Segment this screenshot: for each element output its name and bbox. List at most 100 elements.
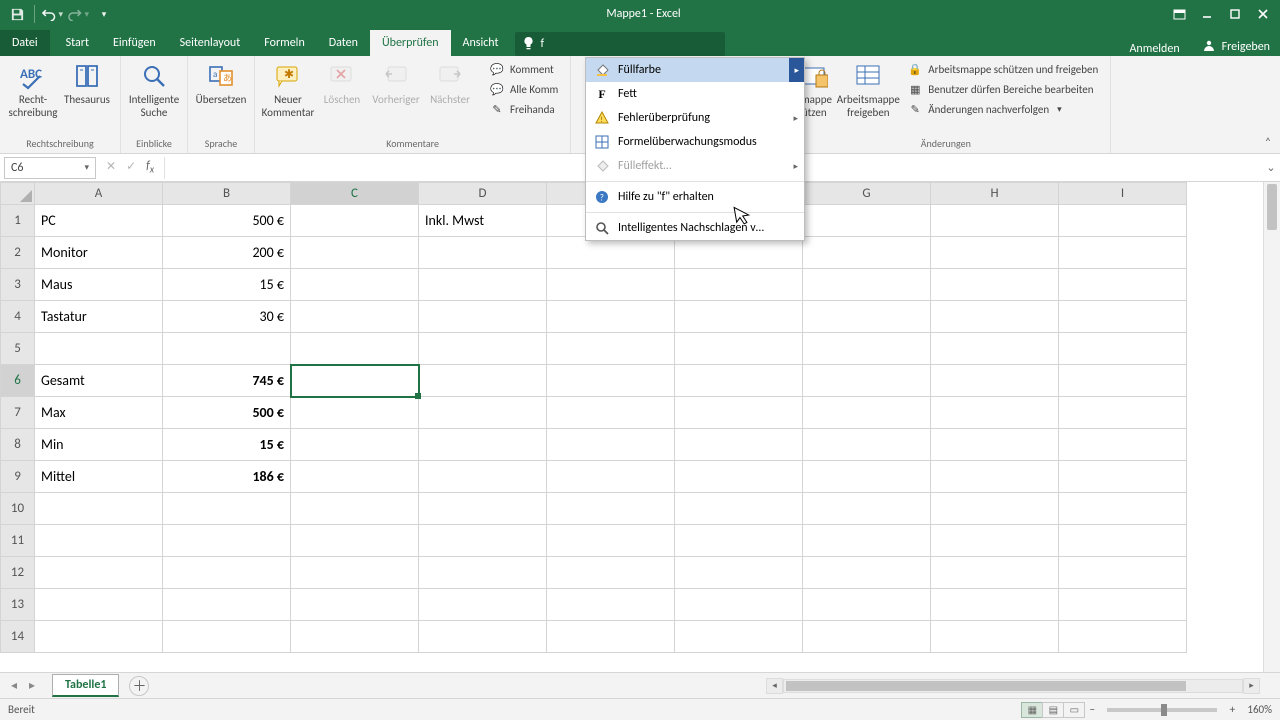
qat-customize-icon[interactable]: ▾ bbox=[93, 3, 115, 25]
cell[interactable] bbox=[931, 589, 1059, 621]
col-header[interactable]: D bbox=[419, 183, 547, 205]
cell[interactable]: Monitor bbox=[35, 237, 163, 269]
cell[interactable] bbox=[675, 333, 803, 365]
cell[interactable] bbox=[803, 205, 931, 237]
show-hide-comment-button[interactable]: 💬Komment bbox=[485, 60, 558, 78]
row-header[interactable]: 3 bbox=[1, 269, 35, 301]
cell[interactable] bbox=[675, 269, 803, 301]
new-sheet-button[interactable]: ＋ bbox=[129, 676, 149, 696]
cell[interactable]: Gesamt bbox=[35, 365, 163, 397]
row-header[interactable]: 14 bbox=[1, 621, 35, 653]
tab-ueberpruefen[interactable]: Überprüfen bbox=[370, 30, 451, 56]
cell[interactable] bbox=[419, 301, 547, 333]
cell[interactable]: Mittel bbox=[35, 461, 163, 493]
cell[interactable] bbox=[291, 301, 419, 333]
cell[interactable] bbox=[675, 589, 803, 621]
delete-comment-button[interactable]: Löschen bbox=[317, 60, 367, 119]
tab-seitenlayout[interactable]: Seitenlayout bbox=[168, 30, 253, 56]
cell[interactable] bbox=[803, 525, 931, 557]
cell[interactable] bbox=[1059, 429, 1187, 461]
cell[interactable]: Maus bbox=[35, 269, 163, 301]
cell[interactable] bbox=[547, 493, 675, 525]
tell-me-input[interactable]: f bbox=[541, 37, 717, 51]
cell[interactable] bbox=[931, 557, 1059, 589]
thesaurus-button[interactable]: Thesaurus bbox=[62, 60, 112, 119]
dd-item-fuellfarbe[interactable]: Füllfarbe▸ bbox=[586, 58, 804, 82]
cell[interactable] bbox=[931, 621, 1059, 653]
cell[interactable] bbox=[675, 365, 803, 397]
cell[interactable] bbox=[1059, 557, 1187, 589]
tab-ansicht[interactable]: Ansicht bbox=[451, 30, 511, 56]
collapse-ribbon-icon[interactable]: ˄ bbox=[1260, 135, 1276, 151]
cell[interactable] bbox=[803, 557, 931, 589]
cell[interactable] bbox=[547, 333, 675, 365]
cell[interactable] bbox=[675, 429, 803, 461]
cell[interactable] bbox=[547, 557, 675, 589]
cell[interactable]: 200 € bbox=[163, 237, 291, 269]
cell[interactable] bbox=[419, 365, 547, 397]
cell[interactable] bbox=[803, 621, 931, 653]
protect-share-button[interactable]: 🔒Arbeitsmappe schützen und freigeben bbox=[903, 60, 1102, 78]
cell[interactable] bbox=[419, 621, 547, 653]
col-header[interactable]: I bbox=[1059, 183, 1187, 205]
cell[interactable] bbox=[547, 365, 675, 397]
row-header[interactable]: 6 bbox=[1, 365, 35, 397]
tell-me-box[interactable]: f bbox=[515, 32, 725, 56]
cell[interactable] bbox=[291, 557, 419, 589]
dd-item-help[interactable]: ? Hilfe zu "f" erhalten bbox=[586, 185, 804, 209]
cell[interactable] bbox=[931, 397, 1059, 429]
redo-icon[interactable]: ▾ bbox=[67, 3, 89, 25]
cell[interactable] bbox=[675, 557, 803, 589]
cell[interactable]: 500 € bbox=[163, 397, 291, 429]
cell[interactable] bbox=[931, 429, 1059, 461]
cell[interactable] bbox=[675, 461, 803, 493]
cell[interactable] bbox=[547, 525, 675, 557]
row-header[interactable]: 2 bbox=[1, 237, 35, 269]
tab-start[interactable]: Start bbox=[54, 30, 101, 56]
worksheet-grid[interactable]: ABCDEFGHI1PC500 €Inkl. Mwst19%2Monitor20… bbox=[0, 182, 1280, 672]
cell[interactable] bbox=[931, 525, 1059, 557]
cell[interactable] bbox=[1059, 589, 1187, 621]
cell[interactable] bbox=[35, 557, 163, 589]
cell[interactable] bbox=[803, 589, 931, 621]
cell[interactable] bbox=[547, 269, 675, 301]
cell[interactable] bbox=[803, 397, 931, 429]
cell[interactable] bbox=[419, 269, 547, 301]
cell[interactable] bbox=[931, 333, 1059, 365]
cell[interactable]: 15 € bbox=[163, 269, 291, 301]
cell[interactable] bbox=[1059, 333, 1187, 365]
share-button[interactable]: Freigeben bbox=[1192, 38, 1280, 56]
prev-comment-button[interactable]: Vorheriger bbox=[371, 60, 421, 119]
col-header[interactable]: G bbox=[803, 183, 931, 205]
cell[interactable] bbox=[1059, 525, 1187, 557]
cell[interactable] bbox=[931, 461, 1059, 493]
cell[interactable] bbox=[931, 493, 1059, 525]
cell[interactable] bbox=[803, 461, 931, 493]
row-header[interactable]: 4 bbox=[1, 301, 35, 333]
expand-formula-icon[interactable]: ⌄ bbox=[1262, 161, 1280, 174]
cell[interactable] bbox=[1059, 493, 1187, 525]
cell[interactable] bbox=[163, 525, 291, 557]
cell[interactable] bbox=[35, 621, 163, 653]
row-header[interactable]: 9 bbox=[1, 461, 35, 493]
col-header[interactable]: A bbox=[35, 183, 163, 205]
cell[interactable] bbox=[35, 333, 163, 365]
enter-formula-icon[interactable]: ✓ bbox=[126, 159, 136, 175]
cell[interactable] bbox=[547, 397, 675, 429]
minimize-icon[interactable] bbox=[1194, 3, 1220, 25]
cell[interactable] bbox=[419, 397, 547, 429]
cell[interactable] bbox=[931, 269, 1059, 301]
row-header[interactable]: 5 bbox=[1, 333, 35, 365]
cell[interactable] bbox=[931, 237, 1059, 269]
cell[interactable] bbox=[35, 589, 163, 621]
cell[interactable] bbox=[1059, 237, 1187, 269]
row-header[interactable]: 1 bbox=[1, 205, 35, 237]
cell[interactable] bbox=[803, 333, 931, 365]
col-header[interactable]: B bbox=[163, 183, 291, 205]
maximize-icon[interactable] bbox=[1222, 3, 1248, 25]
cell[interactable] bbox=[291, 429, 419, 461]
cell[interactable] bbox=[547, 429, 675, 461]
cell[interactable] bbox=[291, 589, 419, 621]
dd-item-fehlerueberpruefung[interactable]: ! Fehlerüberprüfung▸ bbox=[586, 106, 804, 130]
track-changes-button[interactable]: ✎Änderungen nachverfolgen▾ bbox=[903, 100, 1065, 118]
